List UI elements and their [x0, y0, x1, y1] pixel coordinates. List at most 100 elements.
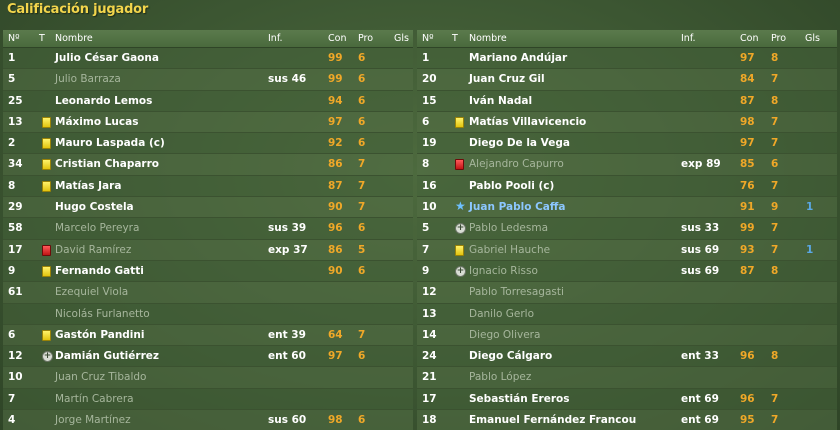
table-row[interactable]: 17 David Ramírez exp 37 86 5: [3, 239, 413, 261]
player-name[interactable]: Damián Gutiérrez: [55, 350, 159, 362]
player-name[interactable]: Máximo Lucas: [55, 116, 138, 128]
table-row[interactable]: 5 Julio Barraza sus 46 99 6: [3, 69, 413, 91]
header-t[interactable]: T: [39, 33, 45, 44]
player-name[interactable]: Pablo López: [469, 371, 531, 383]
yellow-card-icon: [42, 138, 51, 150]
table-row[interactable]: 12 Pablo Torresagasti: [417, 282, 837, 304]
header-number[interactable]: Nº: [422, 33, 434, 44]
player-name[interactable]: Marcelo Pereyra: [55, 222, 139, 234]
table-row[interactable]: 2 Mauro Laspada (c) 92 6: [3, 133, 413, 155]
player-name[interactable]: Matías Jara: [55, 180, 121, 192]
header-pro[interactable]: Pro: [771, 33, 786, 44]
player-name[interactable]: Martín Cabrera: [55, 393, 134, 405]
header-name[interactable]: Nombre: [469, 33, 507, 44]
player-name[interactable]: Matías Villavicencio: [469, 116, 586, 128]
player-number: 1: [422, 52, 430, 64]
player-name[interactable]: Mariano Andújar: [469, 52, 567, 64]
table-row[interactable]: 1 Julio César Gaona 99 6: [3, 48, 413, 70]
table-row[interactable]: 10 Juan Cruz Tibaldo: [3, 367, 413, 389]
player-name[interactable]: Diego Olivera: [469, 329, 540, 341]
header-inf[interactable]: Inf.: [268, 33, 283, 44]
player-name[interactable]: Alejandro Capurro: [469, 158, 564, 170]
player-name[interactable]: Nicolás Furlanetto: [55, 308, 150, 320]
header-con[interactable]: Con: [740, 33, 758, 44]
header-con[interactable]: Con: [328, 33, 346, 44]
player-name[interactable]: Leonardo Lemos: [55, 95, 152, 107]
player-name[interactable]: David Ramírez: [55, 244, 131, 256]
player-number: 6: [8, 328, 16, 341]
player-name[interactable]: Danilo Gerlo: [469, 308, 534, 320]
table-row[interactable]: 19 Diego De la Vega 97 7: [417, 133, 837, 155]
table-row[interactable]: Nicolás Furlanetto: [3, 303, 413, 325]
table-row[interactable]: 58 Marcelo Pereyra sus 39 96 6: [3, 218, 413, 240]
table-row[interactable]: 8 Alejandro Capurro exp 89 85 6: [417, 154, 837, 176]
header-gls[interactable]: Gls: [394, 33, 409, 44]
player-name[interactable]: Julio Barraza: [55, 73, 121, 85]
table-row[interactable]: 4 Jorge Martínez sus 60 98 6: [3, 410, 413, 430]
player-name[interactable]: Fernando Gatti: [55, 265, 144, 277]
table-row[interactable]: 9 Ignacio Risso sus 69 87 8 +: [417, 260, 837, 283]
player-name[interactable]: Juan Cruz Tibaldo: [55, 371, 146, 383]
table-row[interactable]: 12 Damián Gutiérrez ent 60 97 6 +: [3, 346, 413, 368]
header-t[interactable]: T: [452, 33, 458, 44]
table-row[interactable]: 25 Leonardo Lemos 94 6: [3, 90, 413, 112]
player-condition: 99: [328, 52, 343, 64]
table-row[interactable]: 7 Gabriel Hauche sus 69 93 7 1: [417, 239, 837, 261]
table-row[interactable]: 21 Pablo López: [417, 367, 837, 389]
table-row[interactable]: 18 Emanuel Fernández Francou ent 69 95 7: [417, 410, 837, 430]
table-row[interactable]: 7 Martín Cabrera: [3, 388, 413, 411]
player-rating: 7: [771, 243, 779, 256]
table-row[interactable]: 8 Matías Jara 87 7: [3, 175, 413, 198]
table-row[interactable]: 9 Fernando Gatti 90 6: [3, 260, 413, 283]
player-name[interactable]: Mauro Laspada (c): [55, 137, 165, 149]
table-row[interactable]: 13 Máximo Lucas 97 6: [3, 111, 413, 134]
player-name[interactable]: Ezequiel Viola: [55, 286, 128, 298]
player-condition: 97: [740, 52, 755, 64]
table-row[interactable]: 10 Juan Pablo Caffa 91 9 1 ★: [417, 197, 837, 219]
header-name[interactable]: Nombre: [55, 33, 93, 44]
table-row[interactable]: 15 Iván Nadal 87 8: [417, 90, 837, 112]
table-row[interactable]: 34 Cristian Chaparro 86 7: [3, 154, 413, 176]
table-row[interactable]: 5 Pablo Ledesma sus 33 99 7 +: [417, 218, 837, 240]
player-name[interactable]: Diego De la Vega: [469, 137, 570, 149]
table-row[interactable]: 61 Ezequiel Viola: [3, 282, 413, 304]
player-number: 5: [422, 222, 430, 235]
player-info: sus 46: [268, 73, 307, 86]
player-name[interactable]: Gabriel Hauche: [469, 244, 550, 256]
player-name[interactable]: Jorge Martínez: [55, 414, 131, 426]
player-name[interactable]: Sebastián Ereros: [469, 393, 569, 405]
player-name[interactable]: Juan Pablo Caffa: [469, 201, 565, 213]
player-name[interactable]: Pablo Ledesma: [469, 222, 548, 234]
table-row[interactable]: 14 Diego Olivera: [417, 324, 837, 347]
player-name[interactable]: Diego Cálgaro: [469, 350, 552, 362]
player-rating: 7: [771, 137, 779, 150]
table-row[interactable]: 29 Hugo Costela 90 7: [3, 197, 413, 219]
player-name[interactable]: Gastón Pandini: [55, 329, 144, 341]
player-name[interactable]: Julio César Gaona: [55, 52, 159, 64]
player-name[interactable]: Iván Nadal: [469, 95, 532, 107]
player-name[interactable]: Pablo Pooli (c): [469, 180, 554, 192]
header-gls[interactable]: Gls: [805, 33, 820, 44]
table-row[interactable]: 16 Pablo Pooli (c) 76 7: [417, 175, 837, 198]
player-name[interactable]: Ignacio Risso: [469, 265, 538, 277]
player-name[interactable]: Hugo Costela: [55, 201, 134, 213]
table-row[interactable]: 13 Danilo Gerlo: [417, 303, 837, 325]
player-condition: 90: [328, 201, 343, 214]
player-name[interactable]: Juan Cruz Gil: [469, 73, 545, 85]
player-name[interactable]: Pablo Torresagasti: [469, 286, 564, 298]
player-rating: 8: [771, 52, 779, 64]
table-row[interactable]: 17 Sebastián Ereros ent 69 96 7: [417, 388, 837, 411]
table-row[interactable]: 24 Diego Cálgaro ent 33 96 8: [417, 346, 837, 368]
header-number[interactable]: Nº: [8, 33, 20, 44]
table-row[interactable]: 6 Matías Villavicencio 98 7: [417, 111, 837, 134]
player-name[interactable]: Emanuel Fernández Francou: [469, 414, 636, 426]
player-number: 19: [422, 137, 437, 150]
table-row[interactable]: 1 Mariano Andújar 97 8: [417, 48, 837, 70]
player-name[interactable]: Cristian Chaparro: [55, 158, 159, 170]
header-pro[interactable]: Pro: [358, 33, 373, 44]
player-info: exp 37: [268, 243, 308, 256]
header-inf[interactable]: Inf.: [681, 33, 696, 44]
table-row[interactable]: 6 Gastón Pandini ent 39 64 7: [3, 324, 413, 347]
player-info: ent 33: [681, 350, 719, 363]
table-row[interactable]: 20 Juan Cruz Gil 84 7: [417, 69, 837, 91]
